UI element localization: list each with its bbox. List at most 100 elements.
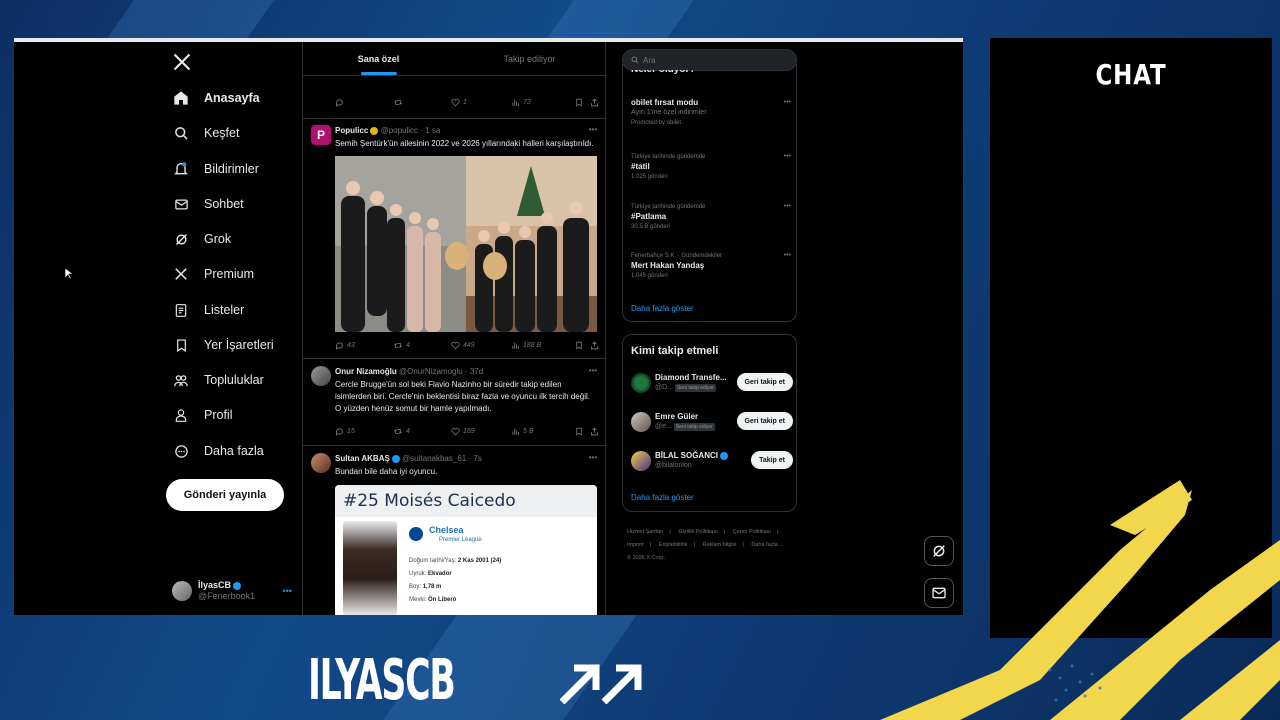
show-more-link[interactable]: Daha fazla göster	[631, 493, 694, 502]
follow-button[interactable]: Takip et	[751, 451, 793, 469]
verified-badge-icon	[233, 581, 242, 590]
share-icon[interactable]	[590, 427, 599, 436]
sidebar-item-premium[interactable]: Premium	[172, 262, 254, 286]
bookmark-icon[interactable]	[575, 98, 583, 107]
reply-count: 43	[347, 342, 355, 349]
tweet-photo[interactable]	[335, 156, 597, 332]
more-dots-icon[interactable]: •••	[784, 98, 791, 108]
trend-item[interactable]: Fenerbahçe S.K. · Gündemdekiler Mert Hak…	[631, 251, 791, 281]
footer-link[interactable]: Gizlilik Politikası	[678, 529, 717, 535]
sidebar-item-label: Topluluklar	[204, 373, 264, 387]
search-icon	[631, 56, 639, 64]
follows-you-badge: Seni takip ediyor	[674, 384, 716, 392]
repost-button[interactable]: 4	[393, 341, 410, 350]
tab-for-you[interactable]: Sana özel	[303, 42, 454, 75]
home-icon	[172, 89, 190, 107]
footer-link[interactable]: Daha fazla ...	[751, 542, 783, 548]
x-logo-icon[interactable]	[172, 52, 192, 72]
decorative-brush-strokes	[880, 480, 1280, 720]
footer-link[interactable]: Erişilebilirlik	[659, 542, 688, 548]
more-dots-icon[interactable]: •••	[784, 152, 791, 162]
sidebar-item-profile[interactable]: Profil	[172, 403, 232, 427]
sidebar-item-bookmarks[interactable]: Yer İşaretleri	[172, 333, 274, 357]
footer-link[interactable]: Reklam bilgisi	[702, 542, 736, 548]
more-dots-icon[interactable]: •••	[589, 125, 597, 134]
verified-badge-icon	[719, 451, 728, 460]
reply-button[interactable]: 15	[335, 427, 355, 436]
more-dots-icon[interactable]: •••	[589, 366, 597, 375]
follows-you-badge: Seni takip ediyor	[673, 423, 715, 431]
reply-button[interactable]	[335, 98, 344, 107]
sidebar-item-notifications[interactable]: Bildirimler	[172, 157, 259, 181]
post-button[interactable]: Gönderi yayınla	[166, 479, 284, 511]
sidebar-item-lists[interactable]: Listeler	[172, 298, 244, 322]
footer-links: Hizmet Şartları | Gizlilik Politikası | Çe…	[627, 529, 784, 561]
trends-title: Neler oluyor?	[631, 70, 695, 77]
views-button[interactable]: 73	[511, 98, 531, 107]
trend-item[interactable]: obilet fırsat modu Ayın 1'ine özel indir…	[631, 98, 791, 128]
account-switcher[interactable]: İlyasCB @Fenerbook1 •••	[172, 576, 292, 606]
list-icon	[172, 301, 190, 319]
bookmark-icon[interactable]	[575, 341, 583, 350]
card-row: Mevki: Ön Libero	[409, 597, 457, 603]
sidebar-item-more[interactable]: Daha fazla	[172, 439, 264, 463]
show-more-link[interactable]: Daha fazla göster	[631, 304, 694, 313]
tweet-header: Populicc @populicc · 1 sa	[335, 126, 441, 135]
like-button[interactable]: 159	[451, 427, 475, 436]
right-sidebar: Ara Neler oluyor? obilet fırsat modu Ayı…	[619, 42, 799, 615]
repost-count: 4	[406, 428, 410, 435]
follow-back-button[interactable]: Geri takip et	[736, 412, 793, 430]
footer-link[interactable]: Hizmet Şartları	[627, 529, 663, 535]
like-button[interactable]: 1	[451, 98, 467, 107]
card-row: Uyruk: Ekvador	[409, 571, 452, 577]
sidebar-item-label: Keşfet	[204, 126, 240, 140]
bookmark-icon[interactable]	[575, 427, 583, 436]
more-dots-icon[interactable]: •••	[283, 586, 292, 596]
repost-button[interactable]	[393, 98, 403, 107]
trend-item[interactable]: Türkiye tarihinde gündemde #Patlama 30,5…	[631, 202, 791, 232]
views-button[interactable]: 5 B	[511, 427, 534, 436]
tweet-text: Bundan bile daha iyi oyuncu.	[335, 467, 438, 476]
repost-count: 4	[406, 342, 410, 349]
copyright: © 2026 X Corp.	[627, 555, 665, 561]
tweet-text: Cercle Brugge'ün sol beki Flavio Nazinho…	[335, 380, 590, 413]
search-icon	[172, 124, 190, 142]
sidebar-item-label: Daha fazla	[204, 444, 264, 458]
suggested-user[interactable]: BİLAL SOĞANCI @bilalonlon Takip et	[631, 449, 793, 475]
footer-link[interactable]: Çerez Politikası	[733, 529, 771, 535]
views-button[interactable]: 188 B	[511, 341, 541, 350]
repost-button[interactable]: 4	[393, 427, 410, 436]
sidebar-item-home[interactable]: Anasayfa	[172, 86, 260, 110]
more-dots-icon[interactable]: •••	[589, 453, 597, 462]
sidebar-item-communities[interactable]: Topluluklar	[172, 368, 264, 392]
player-photo	[343, 521, 397, 615]
sidebar-item-label: Anasayfa	[204, 91, 260, 105]
reply-button[interactable]: 43	[335, 341, 355, 350]
tweet-text: Semih Şentürk'ün ailesinin 2022 ve 2026 …	[335, 139, 594, 148]
sidebar-item-explore[interactable]: Keşfet	[172, 121, 239, 145]
player-card-image[interactable]: #25 Moisés Caicedo Chelsea Premier Leagu…	[335, 485, 597, 615]
sidebar-nav: Anasayfa Keşfet Bildirimler Sohbet Grok …	[164, 42, 304, 615]
follow-back-button[interactable]: Geri takip et	[736, 373, 793, 391]
sidebar-item-label: Premium	[204, 267, 255, 281]
share-icon[interactable]	[590, 341, 599, 350]
footer-link[interactable]: Imprint	[627, 542, 644, 548]
tab-following[interactable]: Takip ediliyor	[454, 42, 605, 75]
people-icon	[172, 371, 190, 389]
mouse-cursor-icon	[65, 268, 73, 280]
tweet-actions: 1 73	[335, 98, 599, 110]
suggested-user[interactable]: Emre Güler @e... Seni takip ediyor Geri …	[631, 410, 793, 436]
more-dots-icon[interactable]: •••	[784, 251, 791, 261]
tweet[interactable]: P Populicc @populicc · 1 sa ••• Semih Şe…	[303, 119, 605, 358]
suggested-user[interactable]: Diamond Transfe... @D... Seni takip ediy…	[631, 371, 793, 397]
share-icon[interactable]	[590, 98, 599, 107]
timeline-tabs: Sana özel Takip ediliyor	[303, 42, 605, 76]
sidebar-item-grok[interactable]: Grok	[172, 227, 231, 251]
sidebar-item-chat[interactable]: Sohbet	[172, 192, 244, 216]
tweet[interactable]: Onur Nizamoğlu @OnurNizamoglu · 37d ••• …	[303, 359, 605, 445]
trend-item[interactable]: Türkiye tarihinde gündemde #tatil 1.025 …	[631, 152, 791, 182]
tweet[interactable]: Sultan AKBAŞ @sultanakbas_61 · 7s ••• Bu…	[303, 446, 605, 615]
like-button[interactable]: 449	[451, 341, 475, 350]
sidebar-item-label: Bildirimler	[204, 162, 259, 176]
more-dots-icon[interactable]: •••	[784, 202, 791, 212]
